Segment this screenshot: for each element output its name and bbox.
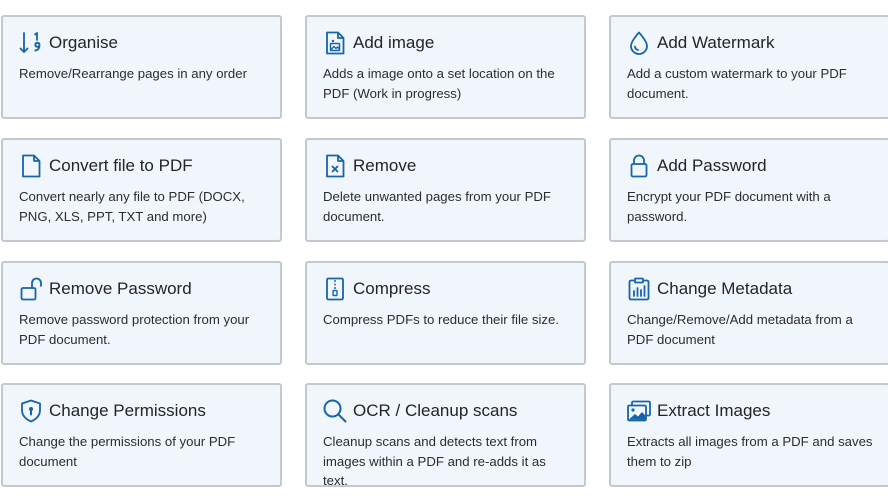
card-title: Add Watermark (657, 33, 775, 52)
card-description: Remove password protection from your PDF… (19, 312, 250, 347)
card-extract-images[interactable]: Extract Images Extracts all images from … (609, 383, 888, 487)
card-title: OCR / Cleanup scans (353, 401, 518, 420)
images-icon (626, 398, 652, 424)
card-title: Add Password (657, 156, 767, 175)
card-change-permissions[interactable]: Change Permissions Change the permission… (1, 383, 282, 487)
card-title: Change Permissions (49, 401, 206, 420)
card-description: Add a custom watermark to your PDF docum… (627, 66, 847, 101)
card-description: Change the permissions of your PDF docum… (19, 434, 236, 469)
card-description: Compress PDFs to reduce their file size. (323, 312, 559, 327)
file-x-icon (322, 153, 348, 179)
file-zip-icon (322, 276, 348, 302)
shield-lock-icon (18, 398, 44, 424)
card-description: Change/Remove/Add metadata from a PDF do… (627, 312, 853, 347)
tool-card-grid: Organise Remove/Rearrange pages in any o… (0, 0, 888, 500)
card-title: Remove Password (49, 279, 192, 298)
search-icon (322, 398, 348, 424)
card-description: Extracts all images from a PDF and saves… (627, 434, 873, 469)
card-title: Organise (49, 33, 118, 52)
card-description: Adds a image onto a set location on the … (323, 66, 555, 101)
file-image-icon (322, 30, 348, 56)
card-title: Add image (353, 33, 435, 52)
card-title: Remove (353, 156, 417, 175)
card-ocr-cleanup-scans[interactable]: OCR / Cleanup scans Cleanup scans and de… (305, 383, 586, 488)
card-description: Convert nearly any file to PDF (DOCX, PN… (19, 189, 245, 224)
card-title: Extract Images (657, 401, 771, 420)
clipboard-data-icon (626, 276, 652, 302)
card-description: Remove/Rearrange pages in any order (19, 66, 247, 81)
card-add-password[interactable]: Add Password Encrypt your PDF document w… (609, 138, 888, 242)
card-add-image[interactable]: Add image Adds a image onto a set locati… (305, 15, 586, 119)
unlock-icon (18, 276, 44, 302)
card-convert-file-to-pdf[interactable]: Convert file to PDF Convert nearly any f… (1, 138, 282, 242)
lock-icon (626, 153, 652, 179)
card-title: Convert file to PDF (49, 156, 193, 175)
card-description: Encrypt your PDF document with a passwor… (627, 189, 831, 224)
card-remove[interactable]: Remove Delete unwanted pages from your P… (305, 138, 586, 242)
droplet-icon (626, 30, 652, 56)
card-description: Cleanup scans and detects text from imag… (323, 434, 546, 488)
card-organise[interactable]: Organise Remove/Rearrange pages in any o… (1, 15, 282, 119)
card-remove-password[interactable]: Remove Password Remove password protecti… (1, 261, 282, 365)
card-title: Compress (353, 279, 431, 298)
card-add-watermark[interactable]: Add Watermark Add a custom watermark to … (609, 15, 888, 119)
card-description: Delete unwanted pages from your PDF docu… (323, 189, 551, 224)
sort-numeric-down-icon (18, 30, 44, 56)
file-icon (18, 153, 44, 179)
card-title: Change Metadata (657, 279, 793, 298)
card-compress[interactable]: Compress Compress PDFs to reduce their f… (305, 261, 586, 365)
card-change-metadata[interactable]: Change Metadata Change/Remove/Add metada… (609, 261, 888, 365)
